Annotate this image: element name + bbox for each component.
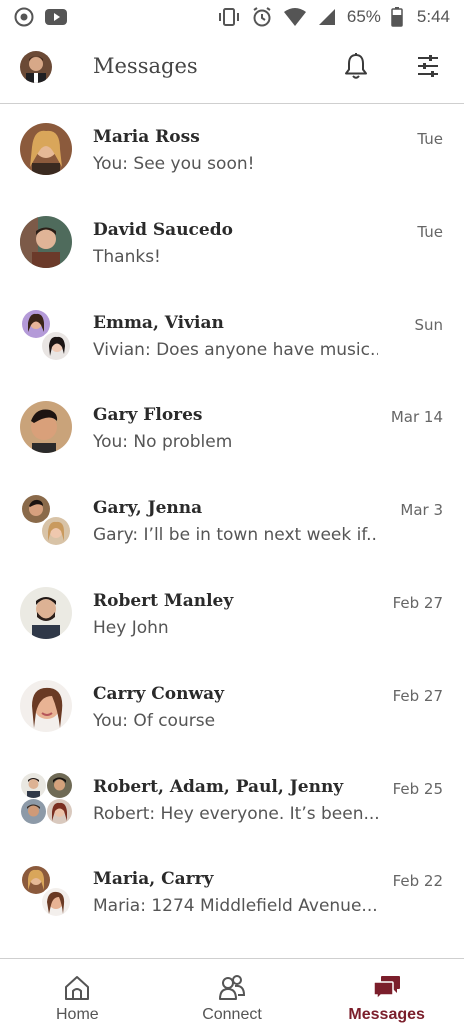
contact-name: Gary, Jenna: [93, 498, 203, 519]
clock-time: 5:44: [416, 7, 450, 26]
avatar: [20, 123, 72, 175]
avatar: [20, 679, 72, 732]
battery-icon: [391, 7, 403, 27]
message-preview: You: No problem: [93, 432, 233, 453]
message-preview: Thanks!: [93, 246, 161, 267]
page-title: Messages: [93, 54, 198, 78]
avatar: [20, 586, 72, 639]
avatar: [46, 771, 73, 799]
conversation-row[interactable]: Gary Flores You: No problem Mar 14: [0, 383, 464, 476]
conversation-row[interactable]: Carry Conway You: Of course Feb 27: [0, 662, 464, 755]
nav-messages[interactable]: Messages: [309, 959, 464, 1032]
notifications-button[interactable]: [339, 51, 373, 85]
home-icon: [61, 972, 93, 1004]
contact-name: Gary Flores: [93, 405, 203, 426]
battery-percent: 65%: [346, 7, 381, 26]
conversation-row[interactable]: Robert Manley Hey John Feb 27: [0, 569, 464, 662]
signal-icon: [317, 7, 337, 27]
conversation-list: Maria Ross You: See you soon! Tue David …: [0, 105, 464, 940]
message-date: Tue: [417, 222, 443, 241]
avatar: [40, 515, 72, 548]
message-preview: Vivian: Does anyone have music...: [93, 339, 378, 360]
avatar: [20, 771, 47, 799]
app-header: Messages: [0, 34, 464, 104]
contact-name: Robert, Adam, Paul, Jenny: [93, 776, 344, 797]
nav-connect-label: Connect: [202, 1005, 262, 1023]
contact-name: Maria Ross: [93, 127, 200, 147]
avatar: [20, 215, 72, 268]
conversation-row[interactable]: David Saucedo Thanks! Tue: [0, 198, 464, 291]
message-date: Feb 22: [392, 872, 443, 891]
bottom-navigation: Home Connect Messages: [0, 958, 464, 1032]
people-icon: [216, 972, 248, 1004]
avatar: [20, 401, 72, 454]
status-bar: 65% 5:44: [0, 0, 464, 34]
message-date: Sun: [414, 315, 443, 334]
avatar: [40, 329, 72, 362]
message-date: Feb 25: [392, 779, 443, 798]
alarm-icon: [251, 6, 273, 28]
nav-home[interactable]: Home: [0, 959, 155, 1032]
nav-home-label: Home: [55, 1005, 99, 1023]
message-date: Feb 27: [392, 686, 443, 705]
contact-name: Emma, Vivian: [93, 312, 224, 333]
record-icon: [14, 7, 34, 27]
nav-connect[interactable]: Connect: [155, 959, 310, 1032]
contact-name: Carry Conway: [93, 683, 225, 704]
sliders-icon: [415, 53, 441, 83]
vibrate-icon: [217, 7, 241, 27]
message-date: Tue: [417, 130, 443, 148]
profile-avatar[interactable]: [20, 51, 52, 83]
message-preview: Robert: Hey everyone. It’s been...: [93, 803, 378, 824]
message-preview: You: Of course: [93, 710, 216, 731]
conversation-row[interactable]: Emma, Vivian Vivian: Does anyone have mu…: [0, 291, 464, 384]
nav-messages-label: Messages: [348, 1005, 425, 1023]
message-date: Mar 14: [390, 408, 443, 427]
contact-name: Maria, Carry: [93, 869, 214, 890]
conversation-row[interactable]: Robert, Adam, Paul, Jenny Robert: Hey ev…: [0, 755, 464, 848]
avatar: [40, 886, 72, 919]
message-date: Mar 3: [400, 501, 443, 520]
conversation-row[interactable]: Maria, Carry Maria: 1274 Middlefield Ave…: [0, 847, 464, 940]
message-date: Feb 27: [392, 593, 443, 612]
filter-button[interactable]: [411, 51, 445, 85]
conversation-row[interactable]: Gary, Jenna Gary: I’ll be in town next w…: [0, 476, 464, 569]
avatar: [20, 797, 47, 825]
youtube-icon: [44, 8, 68, 26]
wifi-icon: [283, 7, 307, 27]
contact-name: Robert Manley: [93, 590, 234, 611]
message-preview: You: See you soon!: [93, 154, 255, 174]
message-preview: Hey John: [93, 617, 169, 638]
message-preview: Gary: I’ll be in town next week if...: [93, 525, 378, 546]
contact-name: David Saucedo: [93, 219, 233, 240]
message-preview: Maria: 1274 Middlefield Avenue...: [93, 896, 378, 917]
conversation-row[interactable]: Maria Ross You: See you soon! Tue: [0, 105, 464, 198]
bell-icon: [343, 52, 369, 84]
avatar: [46, 797, 73, 825]
chat-icon: [371, 972, 403, 1004]
